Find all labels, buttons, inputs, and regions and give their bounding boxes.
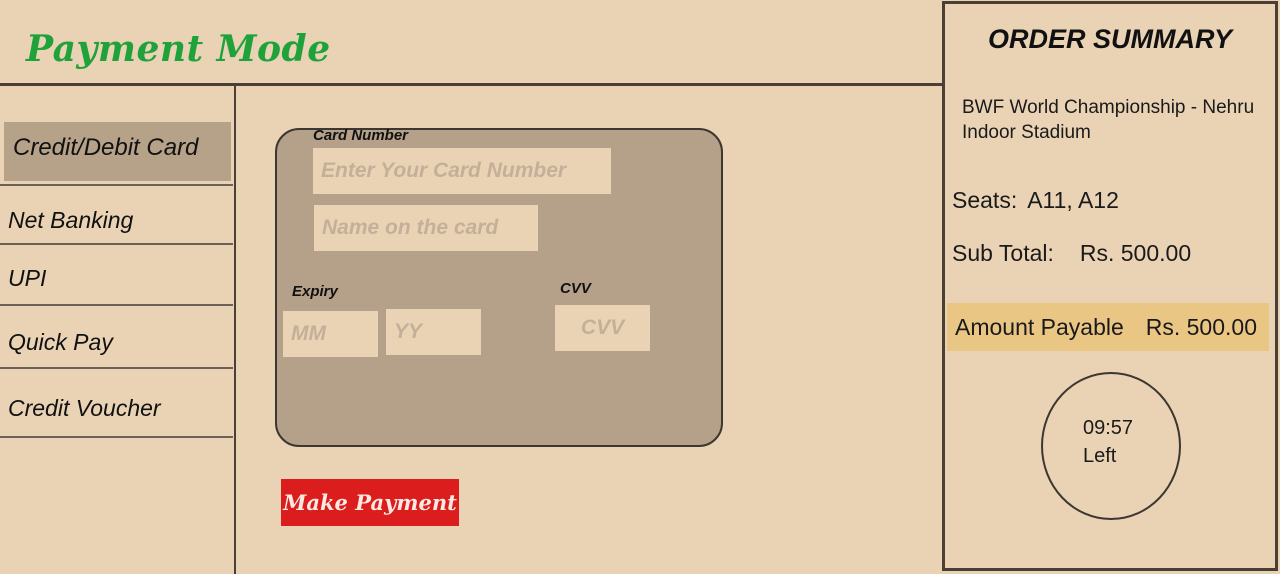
cvv-input[interactable] xyxy=(555,305,650,351)
name-on-card-input[interactable] xyxy=(314,205,538,251)
amount-payable-row: Amount Payable Rs. 500.00 xyxy=(947,303,1269,351)
seats-value: A11, A12 xyxy=(1027,187,1119,213)
subtotal-value: Rs. 500.00 xyxy=(1079,240,1192,266)
timer-label: Left xyxy=(1083,445,1117,467)
sidebar-item-quick-pay[interactable]: Quick Pay xyxy=(0,322,232,362)
sidebar-item-net-banking[interactable]: Net Banking xyxy=(0,200,232,240)
sidebar-divider-line xyxy=(0,367,233,369)
card-number-input[interactable] xyxy=(313,148,611,194)
card-number-label: Card Number xyxy=(313,127,409,144)
sidebar-item-credit-voucher[interactable]: Credit Voucher xyxy=(0,388,232,428)
sidebar-divider xyxy=(234,84,236,574)
timer-time: 09:57 xyxy=(1083,417,1134,439)
page-title: Payment Mode xyxy=(26,28,331,70)
amount-payable-label: Amount Payable xyxy=(955,314,1124,340)
subtotal-row: Sub Total: Rs. 500.00 xyxy=(952,240,1191,267)
sidebar-divider-line xyxy=(0,184,233,186)
expiry-label: Expiry xyxy=(292,283,338,300)
sidebar-divider-line xyxy=(0,304,233,306)
sidebar-divider-line xyxy=(0,436,233,438)
seats-label: Seats: xyxy=(952,187,1018,213)
seats-row: Seats: A11, A12 xyxy=(952,187,1119,214)
order-summary-panel: ORDER SUMMARY BWF World Championship - N… xyxy=(942,1,1278,571)
header-divider xyxy=(0,83,943,86)
cvv-label: CVV xyxy=(560,280,591,297)
expiry-year-input[interactable] xyxy=(386,309,481,355)
countdown-timer: 09:57 Left xyxy=(1041,372,1181,520)
make-payment-button[interactable]: Make Payment xyxy=(281,479,459,526)
amount-payable-value: Rs. 500.00 xyxy=(1145,314,1257,340)
expiry-month-input[interactable] xyxy=(283,311,378,357)
sidebar-item-upi[interactable]: UPI xyxy=(0,258,232,298)
sidebar-divider-line xyxy=(0,243,233,245)
sidebar-item-credit-debit-card[interactable]: Credit/Debit Card xyxy=(4,122,231,181)
order-summary-title: ORDER SUMMARY xyxy=(987,24,1232,54)
event-name: BWF World Championship - Nehru Indoor St… xyxy=(962,97,1255,143)
subtotal-label: Sub Total: xyxy=(952,240,1054,266)
